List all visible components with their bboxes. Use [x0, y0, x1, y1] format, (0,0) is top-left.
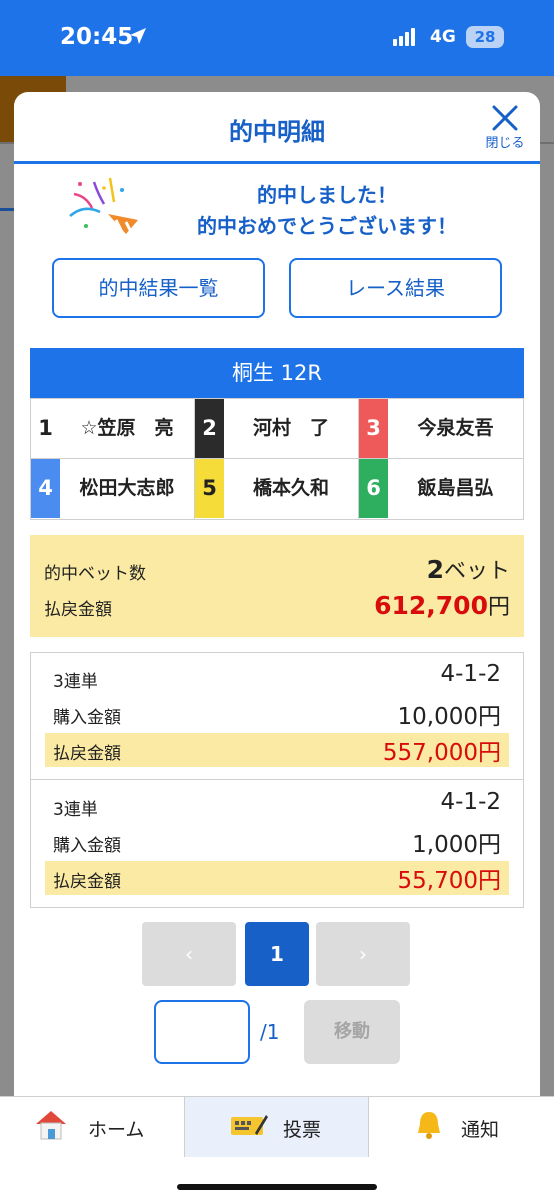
- location-arrow-icon: [130, 28, 146, 44]
- race-results-button[interactable]: レース結果: [289, 258, 502, 318]
- page-number-input[interactable]: [154, 1000, 250, 1064]
- tab-home[interactable]: ホーム: [0, 1097, 184, 1157]
- congrats-banner: 的中しました！ 的中おめでとうございます！: [14, 164, 540, 252]
- tab-notifications-label: 通知: [461, 1119, 500, 1141]
- racer-5: 5 橋本久和: [195, 459, 359, 519]
- close-icon: [492, 105, 518, 131]
- modal-title: 的中明細: [229, 118, 325, 146]
- congrats-line2: 的中おめでとうございます！: [197, 214, 457, 238]
- prev-page-button[interactable]: ‹: [142, 922, 236, 986]
- payout-value: 612,700円: [374, 591, 510, 620]
- go-button[interactable]: 移動: [304, 1000, 400, 1064]
- network-label: 4G: [430, 27, 456, 47]
- results-list-button[interactable]: 的中結果一覧: [52, 258, 265, 318]
- hit-summary: 的中ベット数 2ベット 払戻金額 612,700円: [30, 535, 524, 637]
- payout-label: 払戻金額: [44, 600, 112, 620]
- racer-2: 2 河村 了: [195, 399, 359, 459]
- tab-vote[interactable]: 投票: [184, 1097, 369, 1157]
- page-jump: /1 移動: [154, 1000, 404, 1064]
- next-page-button[interactable]: ›: [316, 922, 410, 986]
- racer-1: 1 ☆笠原 亮: [31, 399, 195, 459]
- tab-notifications[interactable]: 通知: [369, 1097, 554, 1157]
- racer-3: 3 今泉友吾: [359, 399, 523, 459]
- modal-header: 的中明細 閉じる: [14, 92, 540, 164]
- bet-combo: 4-1-2: [440, 661, 502, 687]
- status-bar: 20:45 4G 28: [0, 0, 554, 76]
- bet-list: 3連単 4-1-2 購入金額 10,000円 払戻金額 557,000円 3連単…: [30, 652, 524, 908]
- racer-4: 4 松田大志郎: [31, 459, 195, 519]
- bet-payout-amount: 557,000円: [382, 740, 501, 766]
- purchase-amount: 10,000円: [397, 704, 501, 730]
- racer-name: ☆笠原 亮: [80, 417, 174, 439]
- home-indicator: [177, 1184, 377, 1190]
- racer-grid: 1 ☆笠原 亮 2 河村 了 3 今泉友吾 4 松田大志郎 5 橋本久和 6 飯…: [30, 398, 524, 520]
- racer-name: 橋本久和: [252, 477, 329, 499]
- pagination: ‹ 1 ›: [142, 922, 412, 986]
- congrats-line1: 的中しました！: [257, 183, 397, 207]
- race-title: 桐生 12R: [30, 348, 524, 398]
- bet-type: 3連単: [53, 800, 98, 820]
- racer-number: 4: [31, 459, 60, 518]
- bet-combo: 4-1-2: [440, 789, 502, 815]
- racer-number: 2: [195, 399, 224, 458]
- racer-number: 1: [31, 399, 60, 458]
- racer-name: 今泉友吾: [417, 417, 494, 439]
- current-page-button[interactable]: 1: [245, 922, 309, 986]
- bell-icon: [418, 1112, 440, 1139]
- purchase-label: 購入金額: [53, 836, 121, 856]
- bet-count-label: 的中ベット数: [44, 564, 146, 584]
- racer-number: 6: [359, 459, 388, 518]
- bet-payout-label: 払戻金額: [53, 872, 121, 892]
- bet-item: 3連単 4-1-2 購入金額 10,000円 払戻金額 557,000円: [31, 653, 523, 780]
- tab-home-label: ホーム: [88, 1119, 145, 1141]
- background-tab-indicator: [0, 208, 14, 211]
- purchase-label: 購入金額: [53, 708, 121, 728]
- racer-name: 飯島昌弘: [417, 477, 494, 499]
- racer-number: 3: [359, 399, 388, 458]
- close-label: 閉じる: [485, 136, 525, 151]
- battery-icon: 28: [466, 26, 504, 48]
- racer-name: 松田大志郎: [79, 477, 175, 499]
- racer-6: 6 飯島昌弘: [359, 459, 523, 519]
- close-button[interactable]: 閉じる: [480, 102, 530, 154]
- bet-count-value: 2ベット: [426, 555, 510, 584]
- racer-name: 河村 了: [252, 417, 329, 439]
- ticket-icon: [231, 1115, 268, 1135]
- bet-payout-amount: 55,700円: [397, 868, 501, 894]
- action-buttons: 的中結果一覧 レース結果: [52, 258, 502, 318]
- tab-vote-label: 投票: [283, 1119, 322, 1141]
- status-time: 20:45: [60, 24, 134, 50]
- purchase-amount: 1,000円: [412, 832, 501, 858]
- home-icon: [36, 1111, 66, 1140]
- total-pages: /1: [260, 1020, 280, 1044]
- racer-number: 5: [195, 459, 224, 518]
- signal-icon: [393, 27, 417, 46]
- bet-payout-label: 払戻金額: [53, 744, 121, 764]
- bet-type: 3連単: [53, 672, 98, 692]
- hit-details-modal: 的中明細 閉じる 的中しました！ 的中おめでとうございます！ 的中結果一覧 レー…: [14, 92, 540, 1096]
- bet-item: 3連単 4-1-2 購入金額 1,000円 払戻金額 55,700円: [31, 781, 523, 908]
